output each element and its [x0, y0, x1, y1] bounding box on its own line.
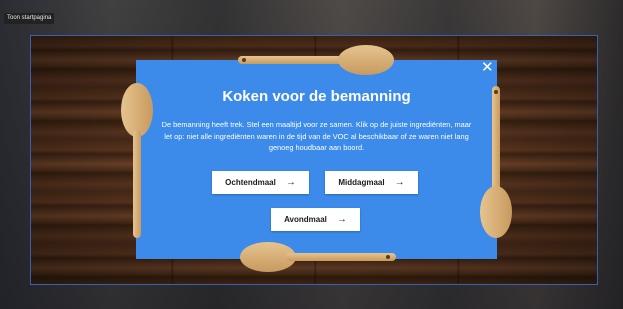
- bottom-spoon-icon: [240, 242, 396, 272]
- top-spoon-icon: [238, 45, 394, 75]
- home-page-link[interactable]: Toon startpagina: [4, 13, 55, 24]
- arrow-right-icon: →: [285, 177, 296, 188]
- dialog-title: Koken voor de bemanning: [222, 88, 411, 105]
- dinner-button[interactable]: Avondmaal →: [271, 208, 360, 231]
- breakfast-button[interactable]: Ochtendmaal →: [212, 171, 309, 194]
- dialog-description: De bemanning heeft trek. Stel een maalti…: [161, 120, 472, 152]
- breakfast-button-label: Ochtendmaal: [225, 178, 276, 187]
- right-spoon-icon: [480, 86, 512, 238]
- dinner-button-label: Avondmaal: [284, 215, 327, 224]
- arrow-right-icon: →: [394, 177, 405, 188]
- lunch-button[interactable]: Middagmaal →: [325, 171, 418, 194]
- left-spoon-icon: [121, 83, 153, 238]
- arrow-right-icon: →: [336, 214, 347, 225]
- close-icon[interactable]: ✕: [481, 60, 494, 75]
- lunch-button-label: Middagmaal: [338, 178, 385, 187]
